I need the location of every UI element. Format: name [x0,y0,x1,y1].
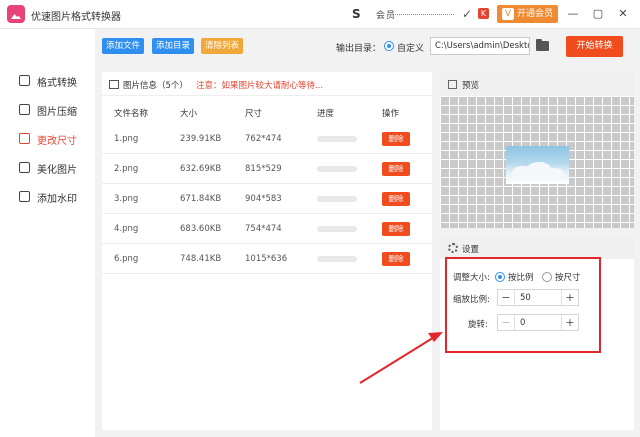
delete-button[interactable]: 删除 [382,132,410,146]
resize-icon [19,133,30,144]
delete-button[interactable]: 删除 [382,222,410,236]
s-logo-icon: S [352,7,361,21]
delete-button[interactable]: 删除 [382,162,410,176]
app-logo-icon [7,5,25,23]
file-name: 6.png [114,254,139,264]
file-dims: 754*474 [245,224,282,234]
file-name: 3.png [114,194,139,204]
check-icon[interactable]: ✓ [462,7,472,21]
file-name: 2.png [114,164,139,174]
file-panel-header: 图片信息（5个） 注意：如果图片较大请耐心等待... [102,72,432,96]
file-name: 4.png [114,224,139,234]
file-size: 748.41KB [180,254,222,264]
add-dir-button[interactable]: 添加目录 [152,38,195,54]
format-convert-icon [19,75,30,86]
file-size: 239.91KB [180,134,222,144]
compress-icon [19,104,30,115]
custom-label: 自定义 [397,44,425,54]
custom-radio[interactable] [384,41,394,51]
file-name: 1.png [114,134,139,144]
preview-icon [448,80,457,89]
sidebar: 格式转换 图片压缩 更改尺寸 美化图片 添加水印 [0,29,95,437]
watermark-icon [19,191,30,202]
sidebar-item-beautify[interactable]: 美化图片 [0,158,95,178]
cloud-shape [546,168,564,180]
progress-bar [317,226,357,232]
file-dims: 1015*636 [245,254,288,264]
sidebar-item-label: 更改尺寸 [37,136,77,147]
sidebar-item-watermark[interactable]: 添加水印 [0,187,95,207]
app-title: 优速图片格式转换器 [31,12,121,23]
beautify-icon [19,162,30,173]
minimize-button[interactable]: — [566,7,580,21]
sidebar-item-label: 格式转换 [37,78,77,89]
tray-divider [392,14,454,15]
vip-button[interactable]: V 开通会员 [497,5,558,23]
vip-icon: V [502,8,514,20]
table-row: 4.png 683.60KB 754*474 删除 [102,214,432,244]
output-path-input[interactable]: C:\Users\admin\Deskto [430,37,530,55]
sidebar-item-label: 图片压缩 [37,107,77,118]
column-header: 尺寸 [245,109,263,119]
main-area: 添加文件 添加目录 清除列表 输出目录： 自定义 C:\Users\admin\… [95,29,640,437]
settings-header: 设置 [440,237,634,259]
file-size: 671.84KB [180,194,222,204]
column-header: 操作 [382,109,400,119]
table-row: 6.png 748.41KB 1015*636 删除 [102,244,432,274]
preview-panel: 预览 [440,72,634,228]
delete-button[interactable]: 删除 [382,192,410,206]
settings-title: 设置 [462,245,480,255]
column-header: 文件名称 [114,109,149,119]
table-row: 3.png 671.84KB 904*583 删除 [102,184,432,214]
file-size: 632.69KB [180,164,222,174]
preview-image [506,146,569,184]
preview-title: 预览 [462,81,480,91]
delete-button[interactable]: 删除 [382,252,410,266]
image-info-icon [109,80,119,89]
sidebar-item-label: 美化图片 [37,165,77,176]
clear-list-button[interactable]: 清除列表 [201,38,244,54]
start-convert-button[interactable]: 开始转换 [566,36,623,57]
warning-text: 注意：如果图片较大请耐心等待... [196,81,324,91]
gear-icon [448,243,458,253]
add-file-button[interactable]: 添加文件 [102,38,145,54]
file-panel-title: 图片信息（5个） [123,81,188,91]
file-list-panel: 图片信息（5个） 注意：如果图片较大请耐心等待... 文件名称 大小 尺寸 进度… [102,72,432,430]
sidebar-item-label: 添加水印 [37,194,77,205]
file-size: 683.60KB [180,224,222,234]
progress-bar [317,196,357,202]
output-dir-label: 输出目录： [336,44,382,54]
file-dims: 904*583 [245,194,282,204]
table-row: 1.png 239.91KB 762*474 删除 [102,124,432,154]
sidebar-item-resize[interactable]: 更改尺寸 [0,129,95,149]
progress-bar [317,136,357,142]
table-row: 2.png 632.69KB 815*529 删除 [102,154,432,184]
folder-icon[interactable] [536,39,549,51]
highlight-box [445,257,601,353]
k-badge-icon[interactable]: K [478,8,489,19]
preview-header: 预览 [440,72,634,96]
restore-button[interactable]: ▢ [591,7,605,21]
sidebar-item-format-convert[interactable]: 格式转换 [0,71,95,91]
column-header: 大小 [180,109,198,119]
sidebar-item-compress[interactable]: 图片压缩 [0,100,95,120]
progress-bar [317,256,357,262]
file-dims: 762*474 [245,134,282,144]
title-bar: 优速图片格式转换器 S 会员 ✓ K V 开通会员 — ▢ ✕ [0,0,640,29]
vip-label: 开通会员 [517,9,554,19]
close-button[interactable]: ✕ [616,7,630,21]
progress-bar [317,166,357,172]
file-dims: 815*529 [245,164,282,174]
column-header: 进度 [317,109,335,119]
